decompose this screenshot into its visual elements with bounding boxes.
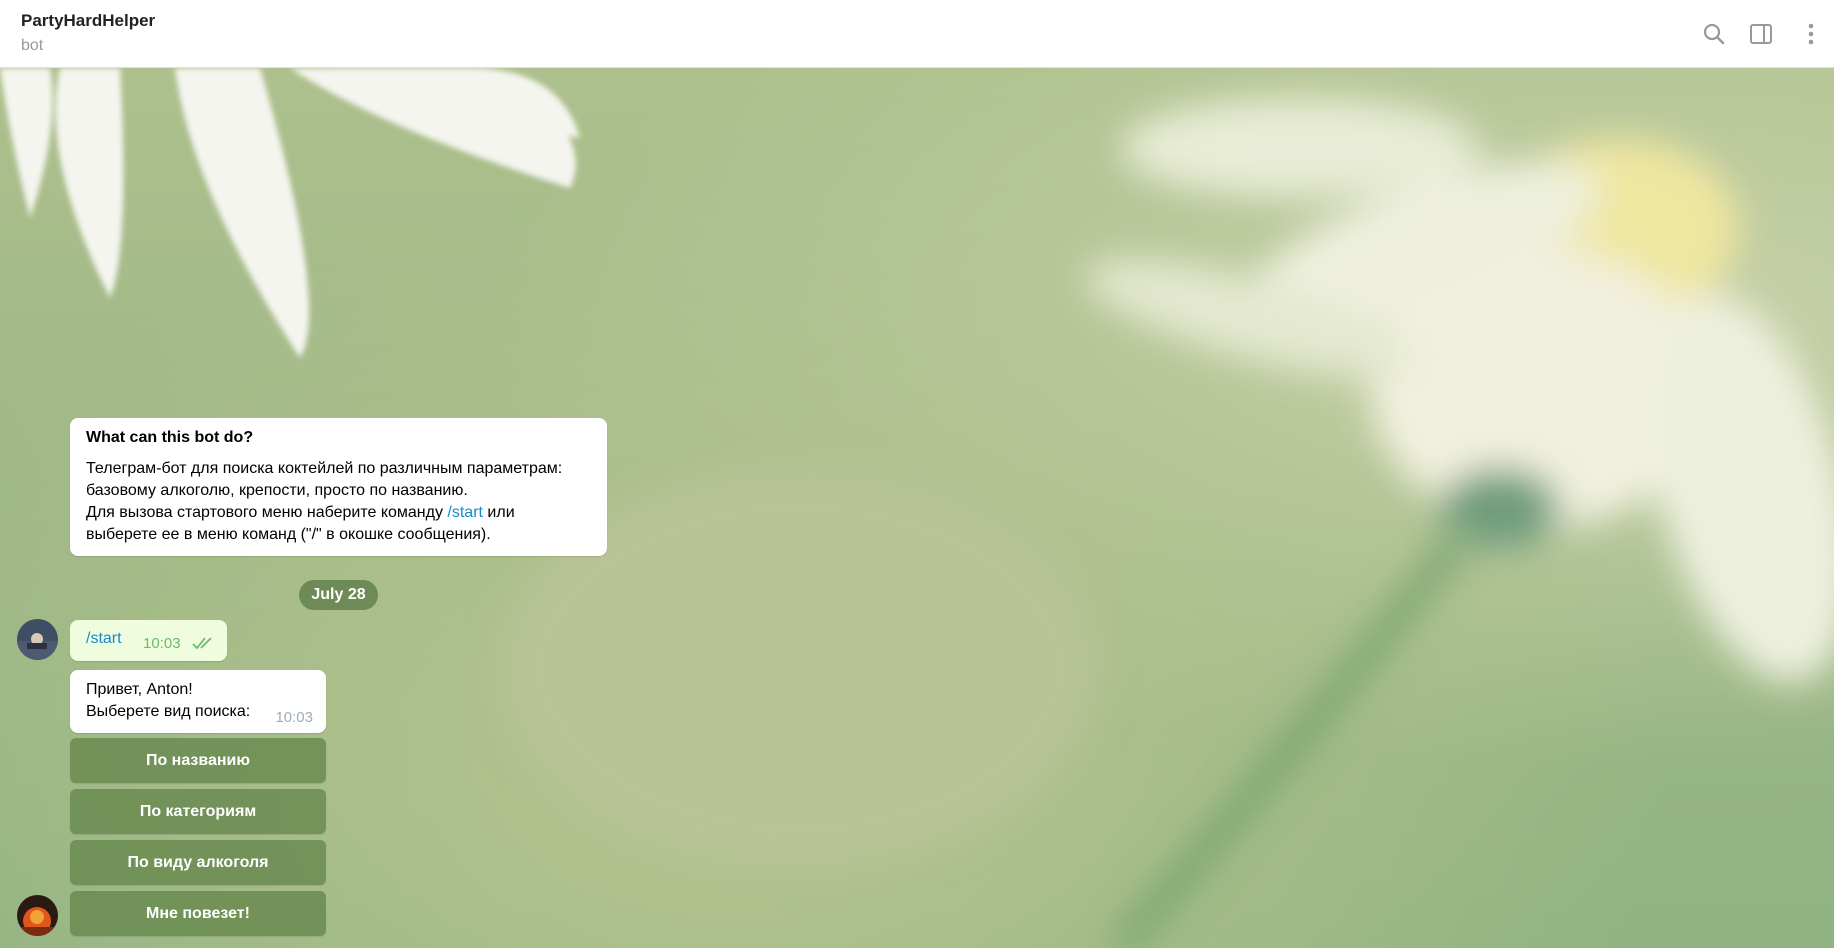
incoming-message[interactable]: Привет, Anton! Выберете вид поиска: 10:0…: [70, 670, 326, 733]
bot-description-card: What can this bot do? Телеграм-бот для п…: [70, 418, 607, 556]
bot-description-text: Для вызова стартового меню наберите кома…: [86, 504, 448, 521]
bot-description-line: базовому алкоголю, крепости, просто по н…: [86, 482, 468, 499]
keyboard-button-by-category[interactable]: По категориям: [70, 789, 326, 834]
chat-title[interactable]: PartyHardHelper: [21, 11, 155, 31]
chat-header: PartyHardHelper bot: [0, 0, 1834, 68]
keyboard-button-by-name[interactable]: По названию: [70, 738, 326, 783]
message-time: 10:03: [143, 635, 181, 652]
bot-description-text: или: [482, 504, 515, 521]
double-check-icon: [192, 636, 216, 655]
bot-description-line: выберете ее в меню команд ("/" в окошке …: [86, 526, 491, 543]
user-avatar[interactable]: [17, 619, 58, 660]
keyboard-button-by-alcohol[interactable]: По виду алкоголя: [70, 840, 326, 885]
outgoing-message[interactable]: /start 10:03: [70, 620, 227, 661]
chat-subtitle: bot: [21, 37, 44, 54]
bot-avatar[interactable]: [17, 895, 58, 936]
message-text-line: Привет, Anton!: [86, 681, 193, 698]
more-vertical-icon[interactable]: [1797, 20, 1825, 48]
sidebar-toggle-icon[interactable]: [1747, 20, 1775, 48]
bot-description-line: Для вызова стартового меню наберите кома…: [86, 502, 591, 524]
bot-description-line: Телеграм-бот для поиска коктейлей по раз…: [86, 460, 563, 477]
start-command-link[interactable]: /start: [447, 504, 483, 521]
search-icon[interactable]: [1700, 20, 1728, 48]
message-time: 10:03: [275, 709, 313, 726]
keyboard-button-lucky[interactable]: Мне повезет!: [70, 891, 326, 936]
date-separator: July 28: [299, 580, 378, 610]
message-command-link[interactable]: /start: [86, 630, 122, 648]
bot-description-title: What can this bot do?: [86, 429, 254, 446]
